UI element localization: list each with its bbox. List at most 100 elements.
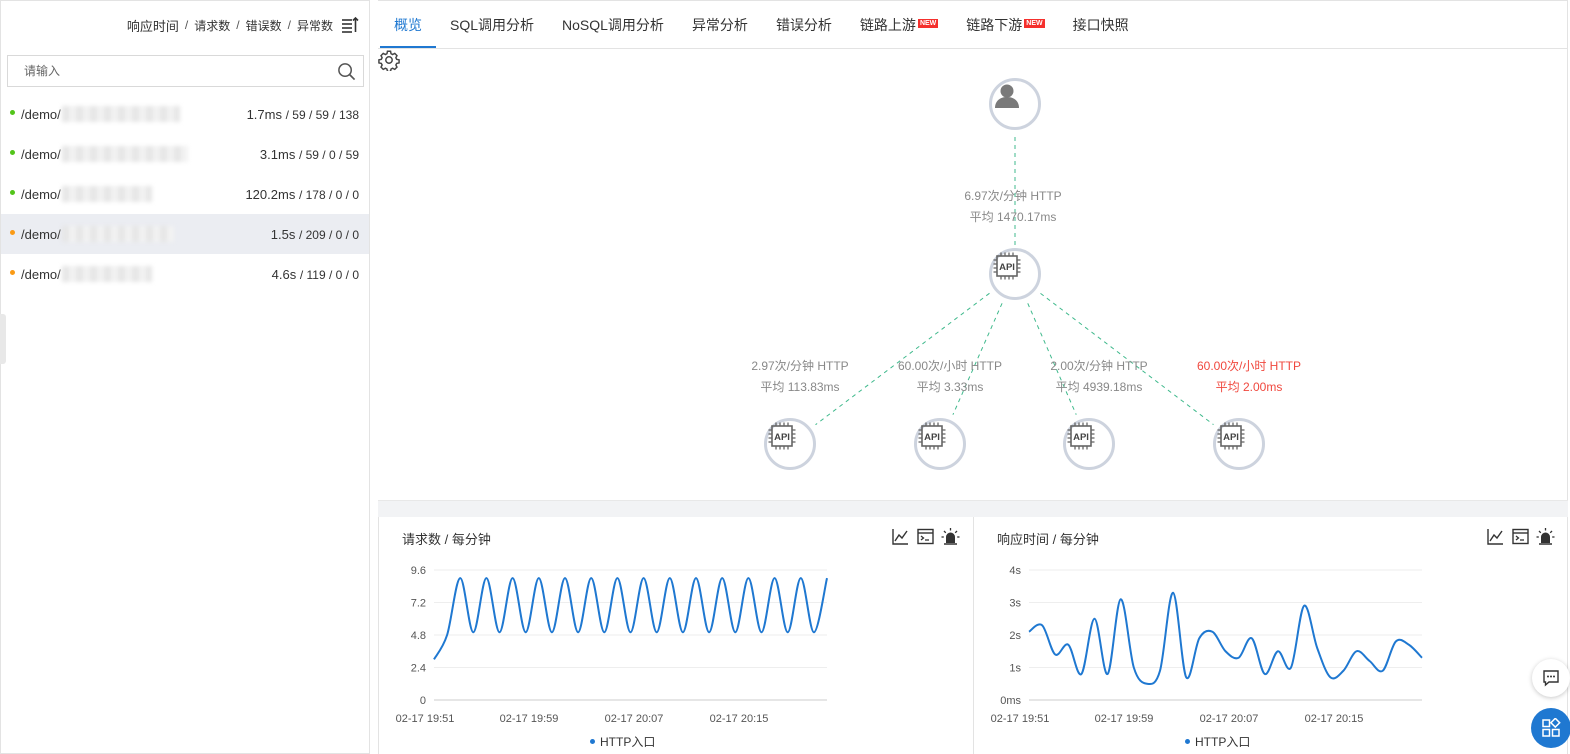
sort-icon[interactable] [341, 16, 359, 34]
api-node[interactable]: API [1213, 418, 1265, 470]
endpoint-time: 1.7ms [246, 106, 282, 122]
downstream-edge-label-error: 60.00次/小时 HTTP 平均 2.00ms [1197, 356, 1301, 398]
sort-response-time[interactable]: 响应时间 [127, 16, 179, 35]
tab-error-analysis[interactable]: 错误分析 [762, 1, 846, 48]
endpoint-row[interactable]: /demo/ 1.7ms / 59 / 59 / 138 [1, 94, 369, 134]
search-input[interactable] [8, 56, 308, 86]
upstream-edge-label: 6.97次/分钟 HTTP 平均 1470.17ms [964, 186, 1061, 228]
endpoint-row[interactable]: /demo/ 120.2ms / 178 / 0 / 0 [1, 174, 369, 214]
collapse-handle[interactable] [0, 314, 6, 364]
status-dot [10, 190, 15, 195]
gear-icon[interactable] [378, 49, 400, 71]
chat-icon [1543, 670, 1559, 687]
y-tick-label: 2.4 [411, 663, 426, 675]
tab-nosql-analysis[interactable]: NoSQL调用分析 [548, 1, 678, 48]
user-icon [995, 84, 1019, 108]
tab-sql-analysis[interactable]: SQL调用分析 [436, 1, 548, 48]
api-node-main[interactable]: API [989, 248, 1041, 300]
edge-rate: 6.97次/分钟 HTTP [964, 189, 1062, 203]
tab-exception-analysis[interactable]: 异常分析 [678, 1, 762, 48]
edge-latency: 平均 1470.17ms [969, 210, 1057, 224]
endpoint-row[interactable]: /demo/ 3.1ms / 59 / 0 / 59 [1, 134, 369, 174]
redacted-path [61, 186, 152, 202]
x-tick-label: 02-17 20:07 [605, 713, 664, 725]
endpoint-stats: 3.1ms / 59 / 0 / 59 [260, 147, 359, 162]
status-dot [10, 270, 15, 275]
status-dot [10, 150, 15, 155]
sort-separator: / [184, 18, 189, 32]
sort-request-count[interactable]: 请求数 [194, 17, 230, 34]
endpoint-stats: 1.5s / 209 / 0 / 0 [271, 227, 359, 242]
edge-latency: 平均 2.00ms [1215, 380, 1283, 394]
endpoint-time: 3.1ms [259, 146, 296, 162]
downstream-edge-label: 2.97次/分钟 HTTP 平均 113.83ms [751, 356, 848, 398]
api-chip-icon: API [918, 422, 946, 450]
status-dot [10, 110, 15, 115]
api-node[interactable]: API [764, 418, 816, 470]
edge-rate: 2.97次/分钟 HTTP [751, 359, 849, 373]
x-tick-label: 02-17 19:51 [396, 713, 455, 725]
legend-label: HTTP入口 [600, 735, 656, 749]
endpoint-time: 4.6s [271, 266, 297, 282]
endpoint-counts: / 209 / 0 / 0 [298, 227, 359, 242]
redacted-path [61, 266, 152, 282]
user-node[interactable] [989, 78, 1041, 130]
tab-snapshot[interactable]: 接口快照 [1059, 1, 1143, 48]
api-chip-icon: API [1067, 422, 1095, 450]
api-node[interactable]: API [914, 418, 966, 470]
x-tick-label: 02-17 19:59 [1095, 713, 1154, 725]
endpoint-counts: / 59 / 59 / 138 [285, 107, 359, 122]
sort-bar: 响应时间 / 请求数 / 错误数 / 异常数 [1, 1, 369, 49]
request-count-chart: 请求数 / 每分钟 9.6 7.2 4.8 2.4 0 02-17 19:51 02-17 … [378, 517, 972, 754]
edge-rate: 60.00次/小时 HTTP [1196, 359, 1302, 373]
y-tick-label: 0 [420, 695, 426, 707]
tab-label: 概览 [394, 16, 422, 33]
endpoint-row[interactable]: /demo/ 4.6s / 119 / 0 / 0 [1, 254, 369, 294]
endpoint-path: /demo/ [21, 226, 61, 242]
y-tick-label: 4.8 [411, 630, 426, 642]
sort-separator: / [236, 18, 240, 32]
chart-legend[interactable]: HTTP入口 [590, 733, 655, 750]
edge-rate: 2.00次/分钟 HTTP [1050, 359, 1148, 373]
api-label: API [1223, 432, 1239, 443]
chat-button[interactable] [1532, 659, 1570, 697]
tab-upstream[interactable]: 链路上游 NEW [846, 1, 952, 48]
tab-label: 链路上游 [859, 16, 916, 33]
sort-error-count[interactable]: 错误数 [246, 17, 282, 34]
tab-label: 错误分析 [775, 16, 832, 33]
sort-exception-count[interactable]: 异常数 [297, 17, 333, 34]
edge-latency: 平均 4939.18ms [1055, 380, 1143, 394]
series-line [433, 577, 828, 660]
api-node[interactable]: API [1063, 418, 1115, 470]
apps-button[interactable] [1531, 708, 1570, 748]
x-tick-label: 02-17 20:07 [1200, 713, 1259, 725]
edge-latency: 平均 3.33ms [916, 380, 984, 394]
tab-overview[interactable]: 概览 [380, 1, 436, 48]
endpoint-stats: 120.2ms / 178 / 0 / 0 [245, 187, 359, 202]
endpoint-list: /demo/ 1.7ms / 59 / 59 / 138 /demo/ 3.1m… [1, 94, 369, 294]
api-label: API [774, 432, 790, 443]
status-dot [10, 230, 15, 235]
endpoint-path: /demo/ [21, 266, 61, 282]
new-badge: NEW [917, 19, 939, 28]
endpoint-path: /demo/ [21, 106, 61, 122]
api-label: API [924, 432, 940, 443]
api-label: API [999, 262, 1015, 273]
chart-legend[interactable]: HTTP入口 [1185, 733, 1250, 750]
redacted-path [61, 146, 188, 162]
plot-area: 9.6 7.2 4.8 2.4 0 02-17 19:51 02-17 19:59 02-17… [396, 565, 828, 725]
endpoint-row-selected[interactable]: /demo/ 1.5s / 209 / 0 / 0 [1, 214, 369, 254]
downstream-edge-label: 2.00次/分钟 HTTP 平均 4939.18ms [1050, 356, 1147, 398]
tab-downstream[interactable]: 链路下游 NEW [952, 1, 1058, 48]
endpoint-counts: / 59 / 0 / 59 [298, 147, 359, 162]
y-tick-label: 9.6 [411, 565, 426, 577]
api-chip-icon: API [993, 252, 1021, 280]
topology-graph: 6.97次/分钟 HTTP 平均 1470.17ms 2.97次/分钟 HTTP… [378, 49, 1568, 500]
apps-icon [1542, 718, 1561, 737]
y-tick-label: 4s [1009, 565, 1021, 577]
sort-separator: / [287, 18, 291, 32]
section-divider [378, 500, 1568, 517]
search-icon[interactable] [337, 62, 356, 81]
search-box [7, 55, 364, 87]
edge-rate: 60.00次/小时 HTTP [897, 359, 1003, 373]
